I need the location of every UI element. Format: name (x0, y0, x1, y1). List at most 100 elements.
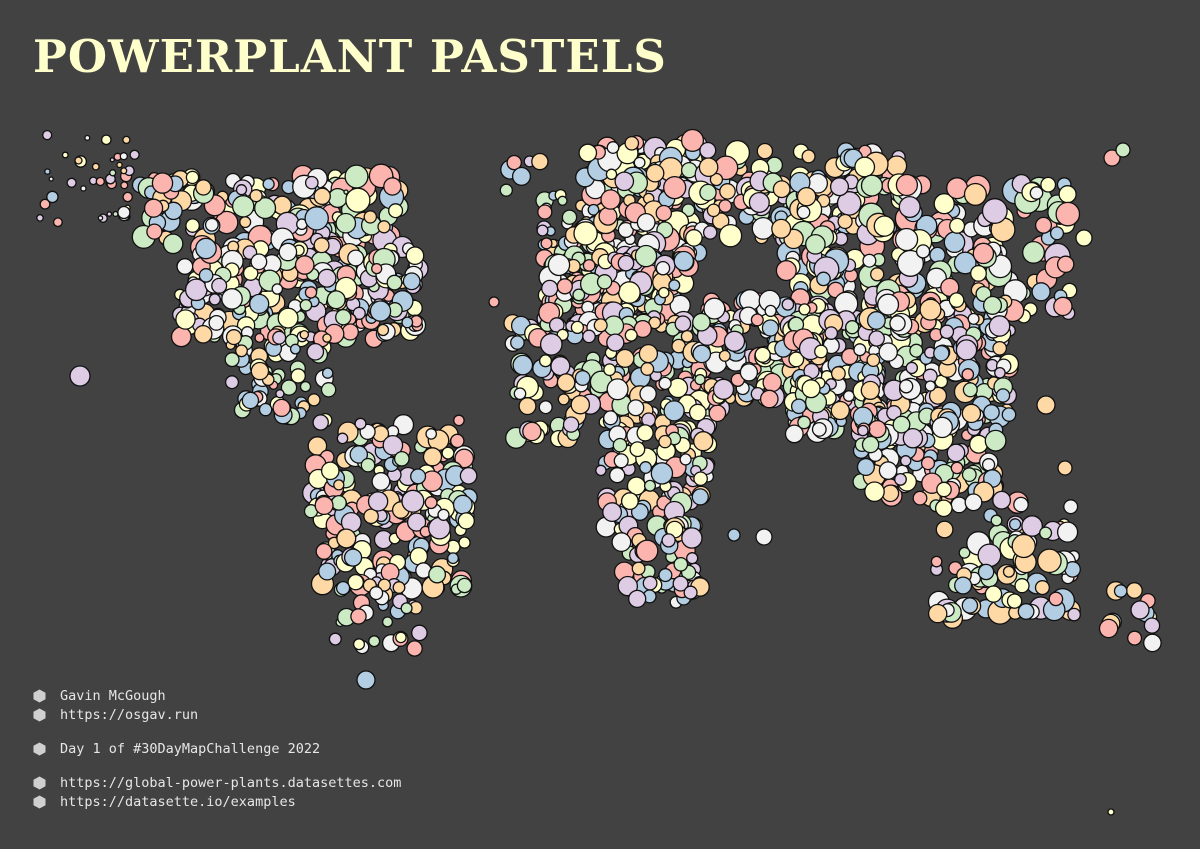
power-plant-marker (1017, 603, 1035, 620)
power-plant-marker (328, 632, 342, 646)
power-plant-marker (208, 314, 225, 331)
power-plant-marker (235, 184, 248, 196)
power-plant-marker (540, 237, 553, 250)
power-plant-marker (120, 167, 128, 175)
power-plant-marker (868, 330, 885, 347)
power-plant-marker (761, 319, 780, 337)
power-plant-marker (636, 212, 656, 232)
power-plant-marker (450, 433, 465, 449)
power-plant-marker (272, 398, 291, 418)
power-plant-marker (48, 176, 54, 182)
power-plant-marker (994, 366, 1006, 379)
power-plant-marker (100, 134, 112, 146)
power-plant-marker (655, 204, 673, 222)
power-plant-marker (706, 203, 721, 218)
power-plant-marker (1001, 407, 1017, 422)
power-plant-marker (556, 278, 573, 295)
power-plant-marker (313, 187, 331, 206)
power-plant-marker (924, 380, 936, 392)
power-plant-marker (1115, 142, 1131, 158)
power-plant-marker (645, 163, 665, 183)
power-plant-marker (304, 286, 318, 299)
power-plant-marker (771, 218, 792, 239)
power-plant-marker (693, 431, 714, 452)
power-plant-marker (539, 333, 563, 356)
power-plant-marker (304, 206, 329, 231)
power-plant-marker (383, 177, 402, 196)
power-plant-marker (636, 424, 654, 442)
power-plant-marker (708, 404, 727, 423)
power-plant-marker (42, 129, 53, 141)
power-plant-marker (318, 562, 337, 581)
power-plant-marker (640, 362, 655, 376)
power-plant-marker (629, 441, 646, 458)
power-plant-marker (964, 493, 983, 512)
power-plant-marker (272, 330, 287, 345)
credit-data-source-text[interactable]: https://global-power-plants.datasettes.c… (60, 775, 401, 791)
credit-challenge-text: Day 1 of #30DayMapChallenge 2022 (60, 740, 321, 757)
power-plant-marker (950, 496, 968, 514)
credit-website[interactable]: https://osgav.run (33, 705, 401, 724)
power-plant-marker (961, 403, 982, 424)
power-plant-marker (531, 152, 549, 171)
power-plant-marker (254, 332, 265, 343)
power-plant-marker (639, 385, 657, 403)
power-plant-marker (756, 142, 774, 160)
power-plant-marker (452, 494, 473, 515)
region-cluster-iceland (499, 152, 549, 197)
power-plant-marker (643, 479, 657, 492)
power-plant-marker (322, 333, 332, 343)
hexagon-icon (33, 708, 46, 721)
power-plant-marker (91, 162, 100, 171)
power-plant-marker (278, 242, 298, 262)
power-plant-marker (547, 253, 571, 277)
power-plant-marker (598, 206, 618, 226)
credit-data-source[interactable]: https://global-power-plants.datasettes.c… (33, 773, 401, 792)
power-plant-marker (112, 210, 119, 218)
credits-list: Gavin McGough https://osgav.run Day 1 of… (33, 686, 401, 811)
power-plant-marker (392, 581, 406, 594)
power-plant-marker (718, 349, 731, 362)
power-plant-marker (886, 155, 908, 177)
power-plant-marker (336, 432, 349, 445)
power-plant-marker (1143, 617, 1161, 634)
power-plant-marker (336, 528, 357, 549)
credit-author-text: Gavin McGough (60, 687, 166, 704)
power-plant-marker (688, 403, 707, 422)
power-plant-marker (109, 169, 117, 177)
power-plant-marker (860, 174, 883, 197)
power-plant-marker (748, 191, 770, 214)
power-plant-marker (650, 462, 674, 485)
credit-website-text[interactable]: https://osgav.run (60, 707, 198, 723)
credit-datasette-examples[interactable]: https://datasette.io/examples (33, 792, 401, 811)
power-plant-marker (620, 492, 639, 511)
power-plant-marker (221, 288, 243, 310)
power-plant-marker (739, 363, 759, 382)
power-plant-marker (250, 253, 268, 271)
power-plant-marker (983, 404, 1000, 421)
power-plant-marker (369, 586, 384, 601)
power-plant-marker (663, 175, 687, 200)
power-plant-marker (950, 461, 964, 475)
power-plant-marker (249, 293, 270, 315)
power-plant-marker (611, 532, 632, 553)
power-plant-marker (541, 279, 559, 298)
power-plant-marker (954, 576, 973, 595)
hexagon-icon (33, 742, 46, 755)
power-plant-marker (751, 216, 775, 240)
power-plant-marker (347, 573, 364, 591)
power-plant-marker (894, 472, 907, 486)
power-plant-marker (691, 488, 709, 506)
power-plant-marker (658, 568, 673, 583)
hexagon-icon (33, 795, 46, 808)
power-plant-marker (668, 279, 681, 292)
power-plant-marker (204, 217, 219, 232)
power-plant-marker (936, 481, 952, 498)
power-plant-marker (889, 315, 906, 332)
power-plant-marker (988, 315, 1011, 337)
power-plant-marker (718, 199, 733, 213)
power-plant-marker (816, 271, 831, 287)
power-plant-marker (857, 424, 869, 437)
credit-datasette-examples-text[interactable]: https://datasette.io/examples (60, 794, 296, 810)
power-plant-marker (1029, 186, 1044, 200)
